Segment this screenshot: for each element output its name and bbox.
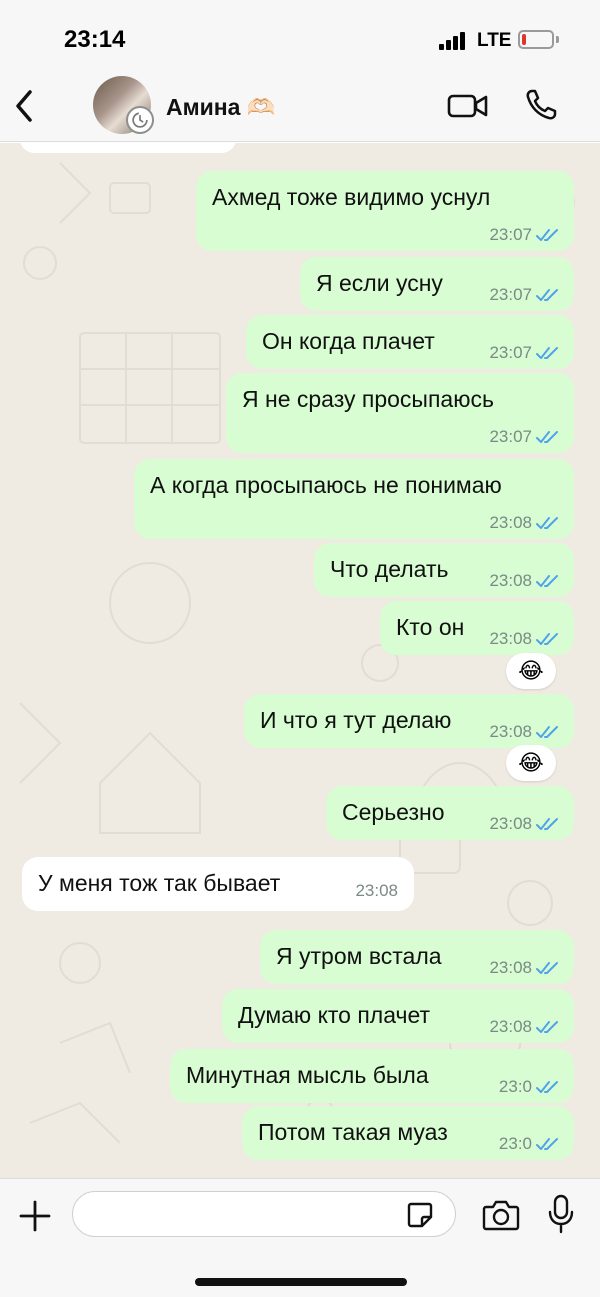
message-meta: 23:08	[489, 571, 560, 591]
message-meta: 23:07	[489, 225, 560, 245]
network-label: LTE	[477, 30, 512, 51]
composer-bar	[0, 1178, 600, 1297]
message-time: 23:07	[489, 225, 532, 244]
message-meta: 23:08	[489, 513, 560, 533]
incoming-message[interactable]: У меня тож так бывает 23:08	[22, 857, 414, 911]
read-ticks-icon	[536, 431, 558, 443]
message-meta: 23:08	[489, 814, 560, 834]
read-ticks-icon	[536, 517, 558, 529]
message-text: Я не сразу просыпаюсь	[242, 386, 494, 412]
voice-call-icon[interactable]	[524, 88, 558, 122]
message-text: А когда просыпаюсь не понимаю	[150, 472, 502, 498]
message-meta: 23:08	[355, 881, 398, 901]
outgoing-message[interactable]: Я утром встала 23:08	[260, 930, 574, 984]
message-text: Минутная мысль была	[186, 1062, 429, 1088]
status-bar: 23:14 LTE	[0, 0, 600, 70]
read-ticks-icon	[536, 1021, 558, 1033]
outgoing-message[interactable]: Я если усну 23:07	[300, 257, 574, 311]
chat-header: Амина 🫶🏻	[0, 70, 600, 142]
outgoing-message[interactable]: Он когда плачет 23:07	[246, 315, 574, 369]
read-ticks-icon	[536, 962, 558, 974]
message-text: Потом такая муаз	[258, 1119, 448, 1145]
message-text: Я если усну	[316, 270, 443, 296]
message-text: Он когда плачет	[262, 328, 435, 354]
message-meta: 23:07	[489, 285, 560, 305]
read-ticks-icon	[536, 726, 558, 738]
signal-icon	[439, 32, 469, 50]
message-meta: 23:07	[489, 343, 560, 363]
read-ticks-icon	[536, 575, 558, 587]
video-call-icon[interactable]	[447, 92, 489, 120]
message-text: Кто он	[396, 614, 465, 640]
message-meta: 23:08	[489, 629, 560, 649]
battery-tip	[556, 36, 559, 43]
outgoing-message[interactable]: Думаю кто плачет 23:08	[222, 989, 574, 1043]
message-input[interactable]	[72, 1191, 456, 1237]
outgoing-message[interactable]: Минутная мысль была 23:0	[170, 1049, 574, 1103]
read-ticks-icon	[536, 633, 558, 645]
previous-message-bubble	[20, 143, 236, 153]
message-time: 23:08	[489, 629, 532, 648]
microphone-icon[interactable]	[548, 1194, 574, 1234]
message-time: 23:08	[489, 722, 532, 741]
outgoing-message[interactable]: А когда просыпаюсь не понимаю 23:08	[134, 459, 574, 539]
message-meta: 23:08	[489, 1017, 560, 1037]
message-time: 23:08	[489, 814, 532, 833]
message-meta: 23:0	[499, 1134, 560, 1154]
outgoing-message[interactable]: Серьезно 23:08	[326, 786, 574, 840]
disappearing-timer-icon	[126, 106, 154, 134]
message-time: 23:07	[489, 285, 532, 304]
message-text: Что делать	[330, 556, 449, 582]
message-text: У меня тож так бывает	[38, 870, 281, 896]
outgoing-message[interactable]: Ахмед тоже видимо уснул 23:07	[196, 171, 574, 251]
reaction-badge[interactable]: 😂	[506, 653, 556, 689]
message-time: 23:0	[498, 1134, 532, 1153]
message-text: И что я тут делаю	[260, 707, 452, 733]
message-text: Серьезно	[342, 799, 445, 825]
message-time: 23:08	[355, 881, 398, 900]
chat-area[interactable]: Ахмед тоже видимо уснул 23:07 Я если усну 2…	[0, 143, 600, 1178]
home-indicator	[195, 1278, 407, 1286]
message-meta: 23:0	[499, 1077, 560, 1097]
message-text: Ахмед тоже видимо уснул	[212, 184, 491, 210]
read-ticks-icon	[536, 1138, 558, 1150]
message-text: Думаю кто плачет	[238, 1002, 431, 1028]
message-time: 23:07	[489, 427, 532, 446]
status-time: 23:14	[64, 26, 126, 53]
read-ticks-icon	[536, 347, 558, 359]
message-time: 23:07	[489, 343, 532, 362]
outgoing-message[interactable]: Кто он 23:08	[380, 601, 574, 655]
camera-icon[interactable]	[482, 1199, 520, 1231]
reaction-badge[interactable]: 😂	[506, 745, 556, 781]
message-time: 23:08	[489, 571, 532, 590]
message-meta: 23:08	[489, 722, 560, 742]
back-chevron-icon[interactable]	[12, 88, 38, 124]
plus-icon[interactable]	[18, 1199, 52, 1233]
outgoing-message[interactable]: Что делать 23:08	[314, 543, 574, 597]
outgoing-message[interactable]: Я не сразу просыпаюсь 23:07	[226, 373, 574, 453]
outgoing-message[interactable]: Потом такая муаз 23:0	[242, 1106, 574, 1160]
read-ticks-icon	[536, 1081, 558, 1093]
sticker-icon[interactable]	[406, 1201, 434, 1229]
read-ticks-icon	[536, 229, 558, 241]
read-ticks-icon	[536, 818, 558, 830]
message-time: 23:08	[489, 1017, 532, 1036]
message-time: 23:08	[489, 958, 532, 977]
outgoing-message[interactable]: И что я тут делаю 23:08	[244, 694, 574, 748]
message-time: 23:08	[489, 513, 532, 532]
message-time: 23:0	[498, 1077, 532, 1096]
message-meta: 23:07	[489, 427, 560, 447]
message-meta: 23:08	[489, 958, 560, 978]
read-ticks-icon	[536, 289, 558, 301]
contact-name[interactable]: Амина 🫶🏻	[166, 94, 275, 121]
message-text: Я утром встала	[276, 943, 442, 969]
battery-icon	[518, 30, 554, 49]
